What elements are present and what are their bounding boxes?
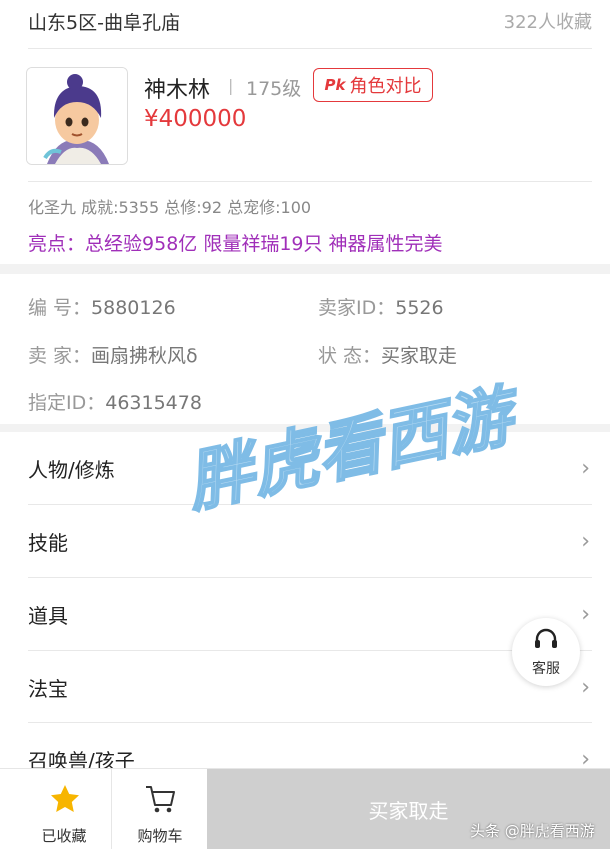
status-value: 买家取走 [381,345,458,367]
server-name: 山东5区-曲阜孔庙 [28,12,180,34]
seller-value: 画扇拂秋风δ [91,345,198,367]
info-seller-id: 卖家ID：5526 [318,293,444,320]
compare-role-button[interactable]: Pk 角色对比 [313,68,433,102]
customer-service-label: 客服 [532,661,560,677]
highlights: 亮点：总经验958亿 限量祥瑞19只 神器属性完美 [28,229,443,256]
separator: | [228,76,234,95]
role-name: 神木林 [144,78,211,103]
chevron-right-icon: › [581,675,590,700]
cart-icon [146,786,175,813]
status-label: 状 态： [318,345,382,367]
price: ¥400000 [144,106,247,132]
role-level: 175级 [246,78,302,100]
id-value: 5880126 [91,297,176,319]
top-bar: 山东5区-曲阜孔庙 322人收藏 [0,0,610,44]
menu-row-character[interactable]: 人物/修炼 › [0,432,610,504]
role-stats: 化圣九 成就:5355 总修:92 总宠修:100 [28,198,312,217]
compare-label: 角色对比 [349,76,422,97]
assigned-id-value: 46315478 [105,392,202,414]
star-icon [51,785,79,812]
favorite-count: 322人收藏 [503,12,592,33]
customer-service-button[interactable]: 客服 [512,618,580,686]
menu-label: 人物/修炼 [28,458,115,482]
id-label: 编 号： [28,297,92,319]
info-seller: 卖 家：画扇拂秋风δ [28,341,198,368]
menu-label: 法宝 [28,677,68,701]
divider [28,181,592,182]
section-gap [0,424,610,432]
menu-label: 技能 [28,531,68,555]
highlights-text: 总经验958亿 限量祥瑞19只 神器属性完美 [85,233,443,255]
highlights-label: 亮点： [28,233,86,255]
role-avatar[interactable] [26,67,128,165]
section-gap [0,264,610,274]
info-assigned-id: 指定ID：46315478 [28,388,202,415]
info-status: 状 态：买家取走 [318,341,457,368]
favorited-button[interactable]: 已收藏 [16,769,112,849]
character-portrait [27,68,127,164]
menu-row-skills[interactable]: 技能 › [0,505,610,577]
shopping-cart-label: 购物车 [137,827,183,845]
buyer-taken-label: 买家取走 [368,798,449,823]
pk-icon: Pk [324,76,346,94]
shopping-cart-button[interactable]: 购物车 [112,769,208,849]
menu-label: 道具 [28,604,68,628]
seller-id-value: 5526 [395,297,444,319]
source-credit: 头条 @胖虎看西游 [470,822,595,840]
favorited-label: 已收藏 [41,827,87,845]
chevron-right-icon: › [581,529,590,554]
seller-label: 卖 家： [28,345,92,367]
chevron-right-icon: › [581,602,590,627]
chevron-right-icon: › [581,456,590,481]
assigned-id-label: 指定ID： [28,392,106,414]
divider [28,48,592,49]
headset-icon [535,628,557,648]
info-id: 编 号：5880126 [28,293,176,320]
seller-id-label: 卖家ID： [318,297,396,319]
